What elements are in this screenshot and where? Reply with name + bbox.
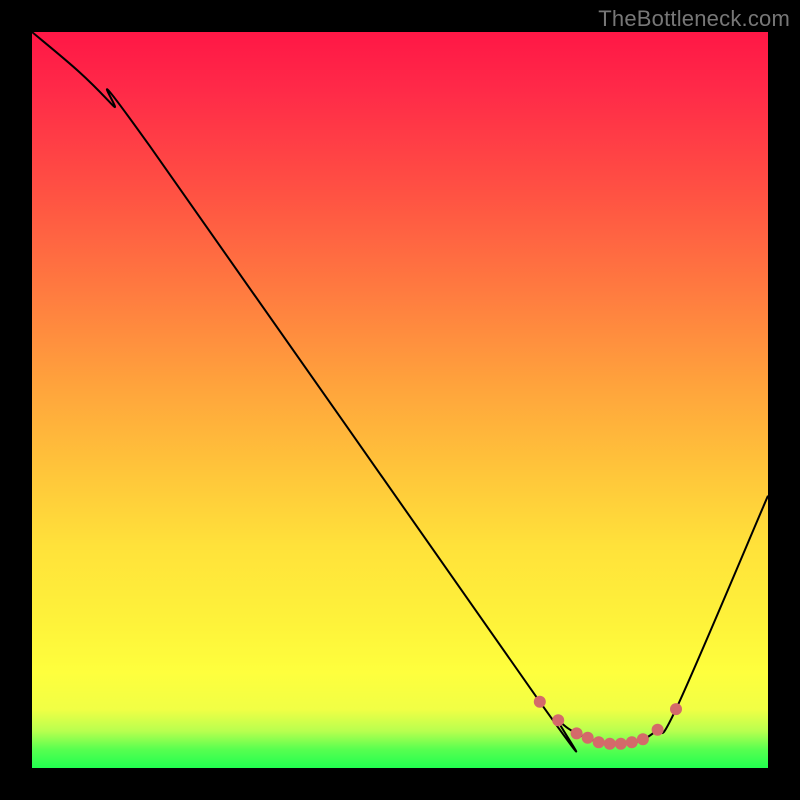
dot-marker [571, 727, 583, 739]
dot-marker [652, 724, 664, 736]
dot-marker [552, 714, 564, 726]
dot-marker [626, 736, 638, 748]
dot-marker [637, 733, 649, 745]
chart-frame: TheBottleneck.com [0, 0, 800, 800]
dot-marker [582, 732, 594, 744]
watermark-text: TheBottleneck.com [598, 6, 790, 32]
dot-marker [670, 703, 682, 715]
plot-area [32, 32, 768, 768]
chart-svg [32, 32, 768, 768]
dot-marker [615, 738, 627, 750]
dots-group [534, 696, 682, 750]
dot-marker [593, 736, 605, 748]
curve-line [32, 32, 768, 752]
dot-marker [604, 738, 616, 750]
curve-group [32, 32, 768, 752]
dot-marker [534, 696, 546, 708]
